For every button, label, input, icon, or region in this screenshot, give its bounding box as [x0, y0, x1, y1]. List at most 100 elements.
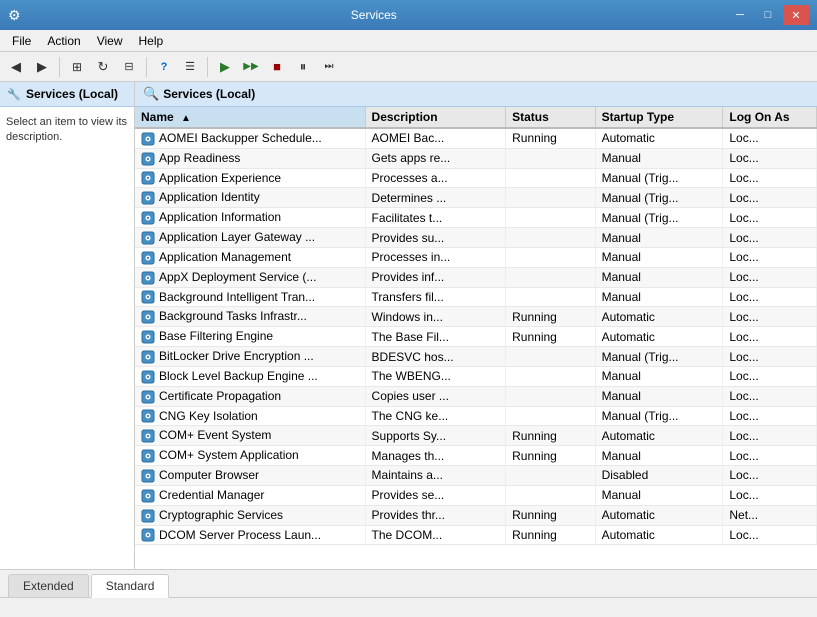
service-name-cell: App Readiness [135, 148, 365, 168]
table-row[interactable]: Credential ManagerProvides se...ManualLo… [135, 485, 817, 505]
table-row[interactable]: Base Filtering EngineThe Base Fil...Runn… [135, 327, 817, 347]
table-row[interactable]: COM+ Event SystemSupports Sy...RunningAu… [135, 426, 817, 446]
sort-arrow-name: ▲ [181, 113, 191, 124]
table-row[interactable]: Background Tasks Infrastr...Windows in..… [135, 307, 817, 327]
refresh-button[interactable]: ↻ [91, 55, 115, 79]
service-icon [141, 469, 155, 483]
table-row[interactable]: COM+ System ApplicationManages th...Runn… [135, 446, 817, 466]
help-button[interactable]: ? [152, 55, 176, 79]
service-description-cell: Maintains a... [365, 466, 506, 486]
service-icon [141, 350, 155, 364]
table-row[interactable]: Application ExperienceProcesses a...Manu… [135, 168, 817, 188]
service-status-cell [506, 466, 595, 486]
forward-button[interactable]: ▶ [30, 55, 54, 79]
menu-view[interactable]: View [89, 32, 131, 50]
column-name-label: Name [141, 110, 174, 124]
table-row[interactable]: Certificate PropagationCopies user ...Ma… [135, 386, 817, 406]
menu-help[interactable]: Help [131, 32, 172, 50]
service-startup-type-cell: Manual [595, 267, 723, 287]
start-service-button[interactable]: ▶ [213, 55, 237, 79]
services-table-container[interactable]: Name ▲ Description Status Startup Type [135, 107, 817, 569]
services-local-nav-item[interactable]: 🔧 Services (Local) [0, 82, 134, 107]
export-button[interactable]: ⊟ [117, 55, 141, 79]
service-logon-cell: Loc... [723, 247, 817, 267]
table-header-row: Name ▲ Description Status Startup Type [135, 107, 817, 128]
service-startup-type-cell: Manual [595, 228, 723, 248]
table-row[interactable]: Block Level Backup Engine ...The WBENG..… [135, 366, 817, 386]
service-name-cell: BitLocker Drive Encryption ... [135, 347, 365, 367]
service-icon [141, 171, 155, 185]
service-icon [141, 528, 155, 542]
service-logon-cell: Loc... [723, 168, 817, 188]
table-row[interactable]: Application Layer Gateway ...Provides su… [135, 228, 817, 248]
menu-file[interactable]: File [4, 32, 39, 50]
services-search-icon: 🔍 [143, 86, 159, 102]
stop-service-button[interactable]: ■ [265, 55, 289, 79]
services-table: Name ▲ Description Status Startup Type [135, 107, 817, 545]
table-row[interactable]: Application ManagementProcesses in...Man… [135, 247, 817, 267]
right-panel-title: Services (Local) [163, 87, 255, 101]
service-icon [141, 449, 155, 463]
column-logon-label: Log On As [729, 110, 789, 124]
service-name-cell: Application Experience [135, 168, 365, 188]
properties-button[interactable]: ☰ [178, 55, 202, 79]
service-name-cell: Base Filtering Engine [135, 327, 365, 347]
column-startup-label: Startup Type [602, 110, 674, 124]
service-description-cell: Supports Sy... [365, 426, 506, 446]
table-row[interactable]: Application IdentityDetermines ...Manual… [135, 188, 817, 208]
column-header-status[interactable]: Status [506, 107, 595, 128]
toolbar-separator-3 [207, 57, 208, 77]
menu-action[interactable]: Action [39, 32, 88, 50]
service-status-cell [506, 168, 595, 188]
service-name-cell: Background Intelligent Tran... [135, 287, 365, 307]
table-row[interactable]: Cryptographic ServicesProvides thr...Run… [135, 505, 817, 525]
service-logon-cell: Loc... [723, 426, 817, 446]
service-status-cell [506, 267, 595, 287]
table-row[interactable]: Computer BrowserMaintains a...DisabledLo… [135, 466, 817, 486]
service-status-cell: Running [506, 446, 595, 466]
back-button[interactable]: ◀ [4, 55, 28, 79]
minimize-button[interactable]: ─ [727, 5, 753, 25]
column-header-name[interactable]: Name ▲ [135, 107, 365, 128]
tab-extended[interactable]: Extended [8, 574, 89, 597]
column-header-startup-type[interactable]: Startup Type [595, 107, 723, 128]
service-icon [141, 409, 155, 423]
service-icon [141, 489, 155, 503]
maximize-button[interactable]: □ [755, 5, 781, 25]
service-name-cell: Background Tasks Infrastr... [135, 307, 365, 327]
show-hide-console-button[interactable]: ⊞ [65, 55, 89, 79]
pause-service-button[interactable]: ⏸ [291, 55, 315, 79]
service-name-cell: AOMEI Backupper Schedule... [135, 128, 365, 148]
table-row[interactable]: App ReadinessGets apps re...ManualLoc... [135, 148, 817, 168]
service-icon [141, 509, 155, 523]
toolbar-separator-2 [146, 57, 147, 77]
service-status-cell: Running [506, 128, 595, 148]
service-icon [141, 152, 155, 166]
service-status-cell: Running [506, 307, 595, 327]
close-button[interactable]: ✕ [783, 5, 809, 25]
service-logon-cell: Loc... [723, 188, 817, 208]
service-logon-cell: Net... [723, 505, 817, 525]
table-row[interactable]: CNG Key IsolationThe CNG ke...Manual (Tr… [135, 406, 817, 426]
service-name-cell: Computer Browser [135, 466, 365, 486]
tab-standard[interactable]: Standard [91, 574, 170, 598]
resume-service-button[interactable]: ⏭ [317, 55, 341, 79]
service-startup-type-cell: Manual (Trig... [595, 188, 723, 208]
table-row[interactable]: AOMEI Backupper Schedule...AOMEI Bac...R… [135, 128, 817, 148]
table-row[interactable]: BitLocker Drive Encryption ...BDESVC hos… [135, 347, 817, 367]
column-header-description[interactable]: Description [365, 107, 506, 128]
service-icon [141, 390, 155, 404]
service-status-cell: Running [506, 426, 595, 446]
table-row[interactable]: Application InformationFacilitates t...M… [135, 208, 817, 228]
service-startup-type-cell: Manual [595, 366, 723, 386]
table-row[interactable]: DCOM Server Process Laun...The DCOM...Ru… [135, 525, 817, 545]
right-panel: 🔍 Services (Local) Name ▲ Description [135, 82, 817, 569]
start-all-button[interactable]: ▶▶ [239, 55, 263, 79]
service-icon [141, 310, 155, 324]
table-row[interactable]: Background Intelligent Tran...Transfers … [135, 287, 817, 307]
service-description-cell: The CNG ke... [365, 406, 506, 426]
service-icon [141, 211, 155, 225]
column-header-logon[interactable]: Log On As [723, 107, 817, 128]
table-row[interactable]: AppX Deployment Service (...Provides inf… [135, 267, 817, 287]
service-status-cell: Running [506, 327, 595, 347]
